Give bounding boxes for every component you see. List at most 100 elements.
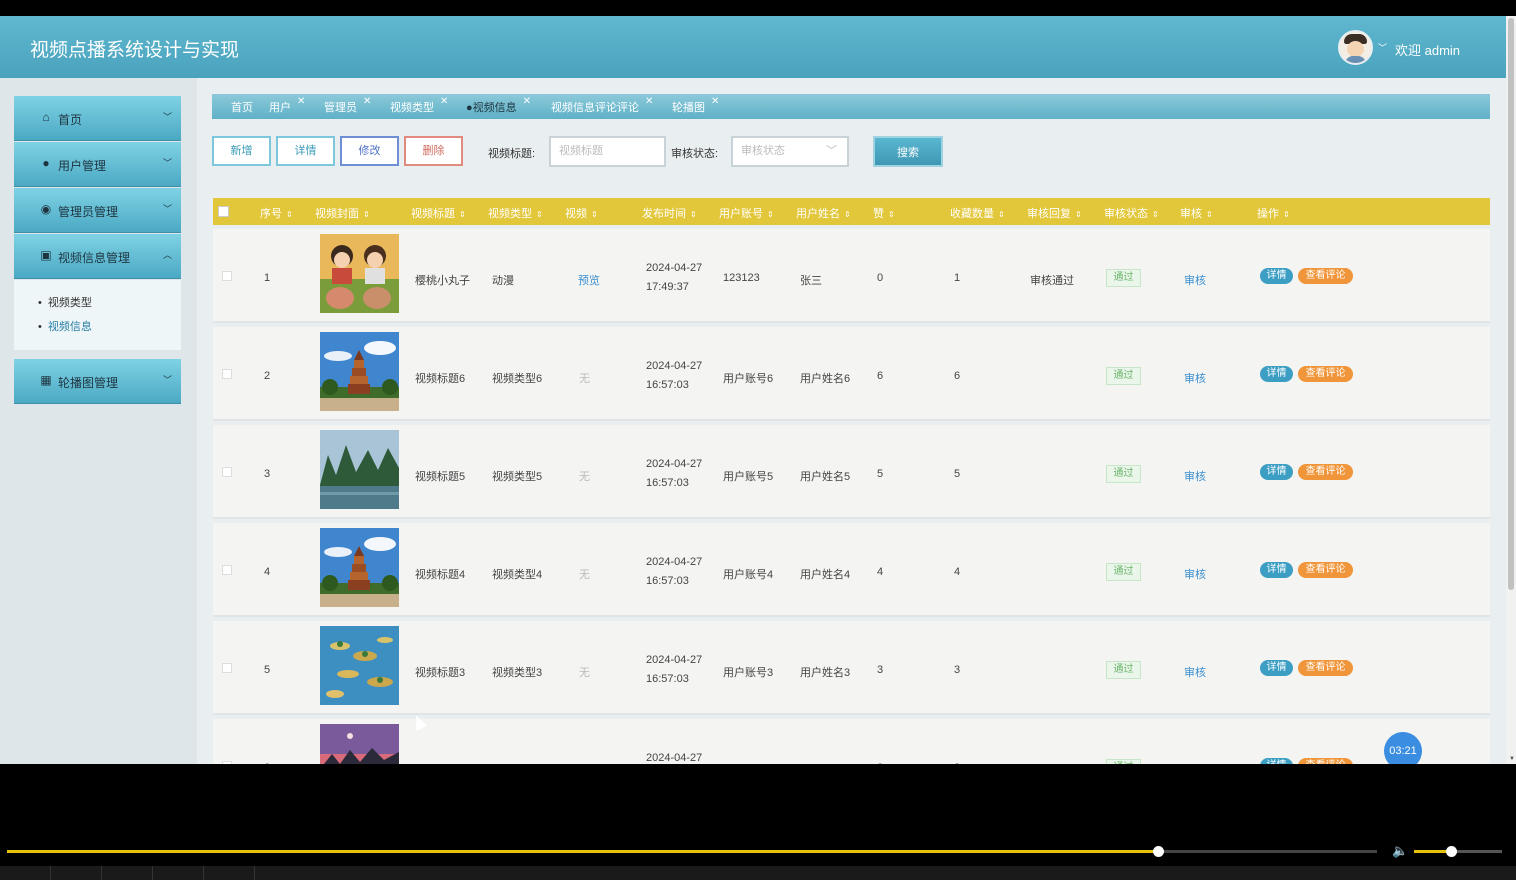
detail-button[interactable]: 详情 [1260, 660, 1293, 676]
row-checkbox[interactable] [222, 565, 232, 575]
welcome-text[interactable]: 欢迎 admin [1395, 40, 1460, 59]
close-icon[interactable]: ✕ [711, 96, 719, 107]
add-button[interactable]: 新增 [212, 136, 271, 166]
sort-icon: ⇕ [536, 210, 543, 219]
page-scrollbar[interactable] [1506, 16, 1516, 764]
row-checkbox[interactable] [222, 271, 232, 281]
detail-button[interactable]: 详情 [1260, 464, 1293, 480]
col-status[interactable]: 审核状态 ⇕ [1104, 205, 1159, 221]
search-button[interactable]: 搜索 [873, 136, 943, 167]
video-cover-image[interactable] [320, 430, 399, 509]
tab-home[interactable]: 首页 [231, 99, 253, 115]
sidebar-item-home[interactable]: ⌂ 首页 ﹀ [14, 96, 181, 141]
edit-button[interactable]: 修改 [340, 136, 399, 166]
video-type: 视频类型5 [492, 471, 543, 483]
col-likes[interactable]: 赞 ⇕ [873, 205, 895, 221]
col-no[interactable]: 序号 ⇕ [260, 205, 293, 221]
close-icon[interactable]: ✕ [363, 96, 371, 107]
col-publish-time[interactable]: 发布时间 ⇕ [642, 205, 697, 221]
sidebar-item-video-info[interactable]: ▣ 视频信息管理 ︿ [14, 234, 181, 279]
col-title[interactable]: 视频标题 ⇕ [411, 205, 466, 221]
video-cover-image[interactable] [320, 332, 399, 411]
status-select[interactable]: 审核状态 ﹀ [731, 136, 849, 167]
sort-icon: ⇕ [888, 210, 895, 219]
detail-button[interactable]: 详情 [1260, 268, 1293, 284]
video-title: 樱桃小丸子 [415, 275, 470, 287]
audit-link[interactable]: 审核 [1184, 272, 1206, 288]
tab-users[interactable]: 用户✕ [269, 96, 305, 115]
sidebar-item-carousel[interactable]: ▦ 轮播图管理 ﹀ [14, 359, 181, 404]
like-count: 3 [877, 664, 884, 676]
col-reply[interactable]: 审核回复 ⇕ [1027, 205, 1082, 221]
sidebar-item-admins[interactable]: ◉ 管理员管理 ﹀ [14, 188, 181, 233]
audit-link[interactable]: 审核 [1184, 370, 1206, 386]
sidebar-item-users[interactable]: ● 用户管理 ﹀ [14, 142, 181, 187]
tab-video-type[interactable]: 视频类型✕ [390, 96, 448, 115]
user-account: 用户账号5 [723, 471, 774, 483]
user-avatar[interactable] [1338, 30, 1373, 65]
close-icon[interactable]: ✕ [297, 96, 305, 107]
col-actions[interactable]: 操作 ⇕ [1257, 205, 1290, 221]
publish-time: 16:57:03 [646, 477, 689, 489]
col-favorites[interactable]: 收藏数量 ⇕ [950, 205, 1005, 221]
video-cover-image[interactable] [320, 234, 399, 313]
video-title: 视频标题3 [415, 667, 466, 679]
tab-video-comments[interactable]: 视频信息评论评论✕ [551, 96, 653, 115]
volume-remaining[interactable] [1451, 850, 1502, 853]
tab-video-info[interactable]: ●视频信息✕ [466, 96, 531, 115]
view-comments-button[interactable]: 查看评论 [1298, 366, 1353, 382]
delete-button[interactable]: 删除 [404, 136, 463, 166]
row-checkbox[interactable] [222, 369, 232, 379]
sidebar-subitem-video-info[interactable]: 视频信息 [38, 318, 92, 334]
col-account[interactable]: 用户账号 ⇕ [719, 205, 774, 221]
col-audit[interactable]: 审核 ⇕ [1180, 205, 1213, 221]
tab-admins[interactable]: 管理员✕ [324, 96, 371, 115]
close-icon[interactable]: ✕ [440, 96, 448, 107]
view-comments-button[interactable]: 查看评论 [1298, 464, 1353, 480]
view-comments-button[interactable]: 查看评论 [1298, 660, 1353, 676]
video-player-bar: 🔈 [0, 764, 1516, 880]
close-icon[interactable]: ✕ [523, 96, 531, 107]
col-type[interactable]: 视频类型 ⇕ [488, 205, 543, 221]
playback-progress-remaining[interactable] [1158, 850, 1377, 853]
audit-link[interactable]: 审核 [1184, 566, 1206, 582]
audit-link[interactable]: 审核 [1184, 664, 1206, 680]
view-comments-button[interactable]: 查看评论 [1298, 562, 1353, 578]
playback-progress[interactable] [7, 850, 1158, 853]
video-cover-image[interactable] [320, 528, 399, 607]
sort-icon: ⇕ [1283, 210, 1290, 219]
col-cover[interactable]: 视频封面 ⇕ [315, 205, 370, 221]
tab-carousel[interactable]: 轮播图✕ [672, 96, 719, 115]
tab-bar: 首页 用户✕ 管理员✕ 视频类型✕ ●视频信息✕ 视频信息评论评论✕ 轮播图✕ [212, 94, 1490, 119]
player-footer [0, 866, 1516, 880]
video-cover-image[interactable] [320, 626, 399, 705]
sort-icon: ⇕ [844, 210, 851, 219]
sidebar-subitem-video-type[interactable]: 视频类型 [38, 294, 92, 310]
view-comments-button[interactable]: 查看评论 [1298, 268, 1353, 284]
col-video[interactable]: 视频 ⇕ [565, 205, 598, 221]
video-type: 视频类型6 [492, 373, 543, 385]
video-cover-image[interactable] [320, 724, 399, 764]
chevron-down-icon: ﹀ [162, 375, 172, 385]
playback-timer: 03:21 [1384, 732, 1422, 764]
table-row: 3 视频标题5 视频类型5 无 2024-04-27 16:57:03 用户账号5 用户姓名5… [213, 425, 1490, 519]
detail-button[interactable]: 详情 [1260, 562, 1293, 578]
detail-button[interactable]: 详情 [1260, 366, 1293, 382]
video-preview[interactable]: 预览 [578, 272, 600, 288]
close-icon[interactable]: ✕ [645, 96, 653, 107]
volume-knob[interactable] [1446, 846, 1457, 857]
sidebar: ⌂ 首页 ﹀ ● 用户管理 ﹀ ◉ 管理员管理 ﹀ ▣ 视频信息管理 ︿ 视频类… [0, 78, 197, 764]
select-all-checkbox[interactable] [218, 206, 229, 217]
audit-link[interactable]: 审核 [1184, 468, 1206, 484]
title-search-input[interactable]: 视频标题 [549, 136, 666, 167]
scroll-down-icon[interactable]: ▼ [1509, 756, 1515, 762]
detail-button[interactable]: 详情 [276, 136, 335, 166]
chevron-down-icon[interactable]: ﹀ [1378, 41, 1387, 54]
row-checkbox[interactable] [222, 467, 232, 477]
row-checkbox[interactable] [222, 663, 232, 673]
volume-icon[interactable]: 🔈 [1392, 843, 1408, 859]
video-title: 视频标题6 [415, 373, 466, 385]
playback-knob[interactable] [1153, 846, 1164, 857]
col-name[interactable]: 用户姓名 ⇕ [796, 205, 851, 221]
video-title: 视频标题4 [415, 569, 466, 581]
